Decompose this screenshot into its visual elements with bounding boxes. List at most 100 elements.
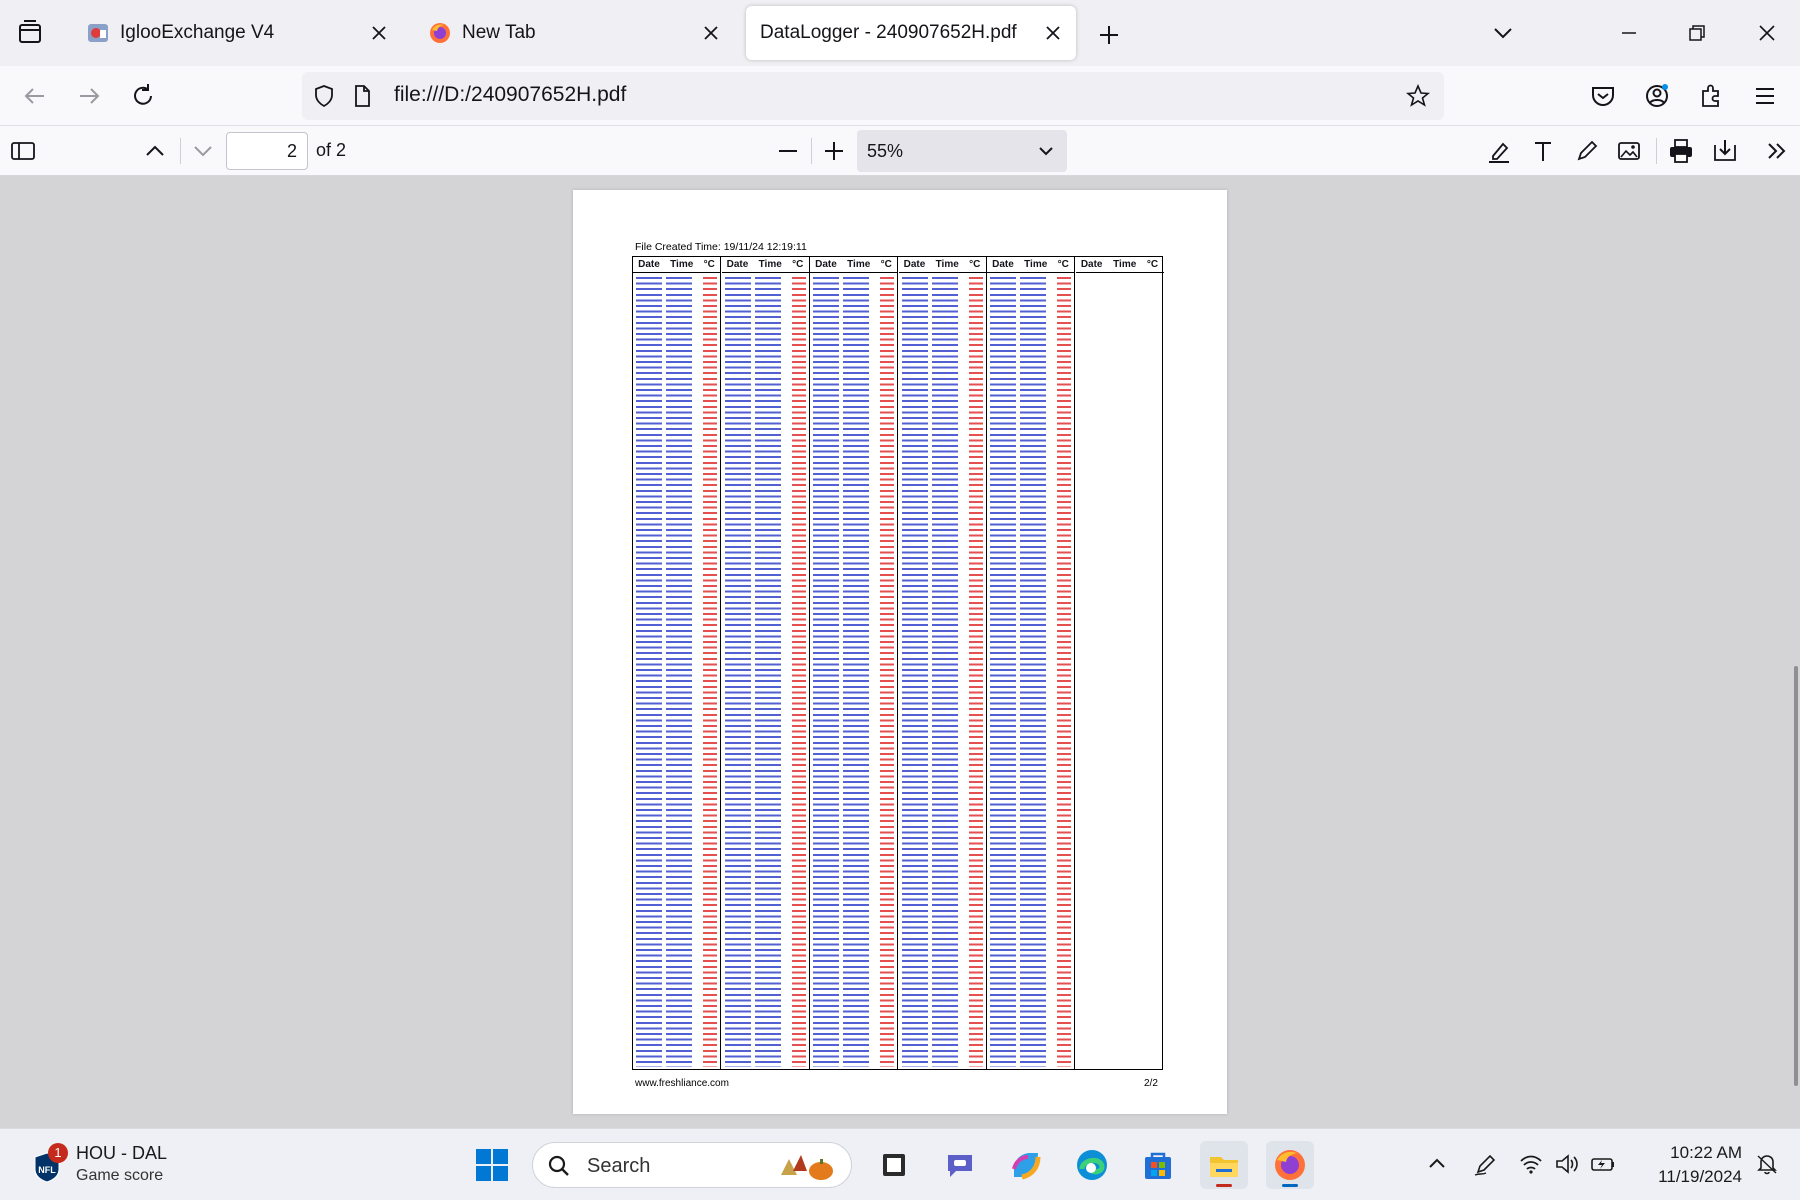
tab-label: IglooExchange V4 — [120, 22, 275, 43]
firefox-icon — [430, 23, 450, 43]
temperature-readings — [791, 277, 806, 1067]
autumn-leaves-pumpkin-icon — [781, 1155, 833, 1180]
temperature-log-table: Date Time °C Date Time °C Date Time °C Date Time °C… — [632, 256, 1164, 1070]
battery-charging-icon[interactable] — [1590, 1151, 1616, 1177]
toolbar-separator — [811, 138, 812, 164]
zoom-in-icon[interactable] — [819, 136, 849, 166]
tab-list-icon[interactable] — [14, 18, 46, 48]
tab-strip: IglooExchange V4 New Tab DataLogger - 24… — [0, 0, 1800, 66]
chat-icon — [948, 1155, 972, 1177]
reading-rows — [724, 277, 806, 1067]
close-tab-icon[interactable] — [700, 22, 722, 44]
forward-arrow-icon[interactable] — [72, 79, 106, 113]
wifi-icon[interactable] — [1518, 1151, 1544, 1177]
copilot-button[interactable] — [1002, 1141, 1050, 1189]
temperature-readings — [1057, 277, 1071, 1067]
add-image-icon[interactable] — [1614, 136, 1644, 166]
document-title: File Created Time: 19/11/24 12:19:11 — [635, 241, 807, 253]
sports-widget[interactable]: NFL 1 HOU - DAL Game score — [32, 1141, 252, 1191]
draw-pen-icon[interactable] — [1572, 136, 1602, 166]
add-text-icon[interactable] — [1528, 136, 1558, 166]
save-download-icon[interactable] — [1710, 136, 1740, 166]
file-page-icon[interactable] — [350, 84, 374, 108]
reload-icon[interactable] — [126, 79, 160, 113]
widget-subtitle: Game score — [76, 1167, 164, 1184]
firefox-icon — [1275, 1150, 1305, 1180]
log-column-group: Date Time °C — [810, 257, 898, 1069]
column-header: Date — [992, 259, 1014, 270]
zoom-select[interactable]: 55% — [857, 130, 1067, 172]
url-text[interactable]: file:///D:/240907652H.pdf — [394, 83, 626, 107]
task-view-button[interactable] — [870, 1141, 918, 1189]
more-tools-double-chevron-icon[interactable] — [1762, 136, 1792, 166]
tab-label: DataLogger - 240907652H.pdf — [760, 22, 1017, 43]
document-footer-url: www.freshliance.com — [635, 1078, 729, 1089]
column-header: Time — [758, 259, 782, 270]
list-all-tabs-chevron-icon[interactable] — [1488, 18, 1518, 48]
close-window-icon[interactable] — [1752, 18, 1782, 48]
column-group-header: Date Time °C — [633, 257, 720, 273]
highlight-icon[interactable] — [1484, 136, 1514, 166]
close-tab-icon[interactable] — [1042, 22, 1064, 44]
extensions-puzzle-icon[interactable] — [1694, 79, 1728, 113]
firefox-button[interactable] — [1266, 1141, 1314, 1189]
scrollbar-thumb[interactable] — [1794, 666, 1798, 1086]
microsoft-store-button[interactable] — [1134, 1141, 1182, 1189]
address-bar[interactable]: file:///D:/240907652H.pdf — [302, 72, 1444, 120]
hamburger-menu-icon[interactable] — [1748, 79, 1782, 113]
account-icon[interactable] — [1640, 79, 1674, 113]
volume-icon[interactable] — [1554, 1151, 1580, 1177]
new-tab-plus-icon[interactable] — [1094, 20, 1124, 50]
column-group-header: Date Time °C — [810, 257, 897, 273]
tab-datalogger-pdf[interactable]: DataLogger - 240907652H.pdf — [746, 6, 1076, 60]
start-button[interactable] — [468, 1141, 516, 1189]
pocket-icon[interactable] — [1586, 79, 1620, 113]
show-hidden-icons-chevron-icon[interactable] — [1424, 1151, 1450, 1177]
pdf-viewer[interactable]: File Created Time: 19/11/24 12:19:11 Dat… — [0, 176, 1800, 1128]
page-number-input[interactable]: 2 — [226, 132, 308, 170]
clock-date: 11/19/2024 — [1658, 1167, 1742, 1186]
teams-chat-button[interactable] — [936, 1141, 984, 1189]
notifications-bell-icon[interactable] — [1754, 1151, 1780, 1177]
close-tab-icon[interactable] — [368, 22, 390, 44]
column-header: Time — [847, 259, 871, 270]
system-clock[interactable]: 10:22 AM 11/19/2024 — [1632, 1141, 1742, 1189]
zoom-out-icon[interactable] — [773, 136, 803, 166]
column-header: Time — [670, 259, 694, 270]
notification-badge: 1 — [48, 1143, 68, 1163]
bookmark-star-icon[interactable] — [1406, 84, 1430, 108]
log-column-group: Date Time °C — [898, 257, 987, 1069]
back-arrow-icon[interactable] — [18, 79, 52, 113]
edge-button[interactable] — [1068, 1141, 1116, 1189]
time-readings — [666, 277, 692, 1067]
folder-icon — [1210, 1157, 1238, 1177]
clock-time: 10:22 AM — [1670, 1143, 1742, 1162]
next-page-chevron-icon[interactable] — [188, 136, 218, 166]
tab-label: New Tab — [462, 22, 536, 43]
windows-taskbar: NFL 1 HOU - DAL Game score Search 10:22 … — [0, 1128, 1800, 1200]
shield-icon[interactable] — [312, 84, 336, 108]
taskbar-search-box[interactable]: Search — [532, 1142, 852, 1188]
column-header: Time — [935, 259, 959, 270]
tab-iglooexchange[interactable]: IglooExchange V4 — [72, 6, 402, 60]
navigation-toolbar: file:///D:/240907652H.pdf — [0, 66, 1800, 126]
previous-page-chevron-icon[interactable] — [140, 136, 170, 166]
sidebar-toggle-icon[interactable] — [8, 136, 38, 166]
column-header: °C — [969, 259, 981, 270]
column-header: Time — [1113, 259, 1137, 270]
column-group-header: Date Time °C — [987, 257, 1074, 273]
minimize-icon[interactable] — [1614, 18, 1644, 48]
restore-icon[interactable] — [1682, 18, 1712, 48]
store-bag-icon — [1145, 1152, 1171, 1179]
print-icon[interactable] — [1666, 136, 1696, 166]
document-page-indicator: 2/2 — [1144, 1078, 1158, 1089]
tab-new-tab[interactable]: New Tab — [414, 6, 734, 60]
file-explorer-button[interactable] — [1200, 1141, 1248, 1189]
pdf-page: File Created Time: 19/11/24 12:19:11 Dat… — [573, 190, 1227, 1114]
windows-logo-icon — [476, 1149, 508, 1181]
date-readings — [724, 277, 751, 1067]
task-view-icon — [883, 1154, 905, 1176]
reading-rows — [636, 277, 717, 1067]
widget-title: HOU - DAL — [76, 1143, 168, 1163]
pen-icon[interactable] — [1472, 1151, 1498, 1177]
